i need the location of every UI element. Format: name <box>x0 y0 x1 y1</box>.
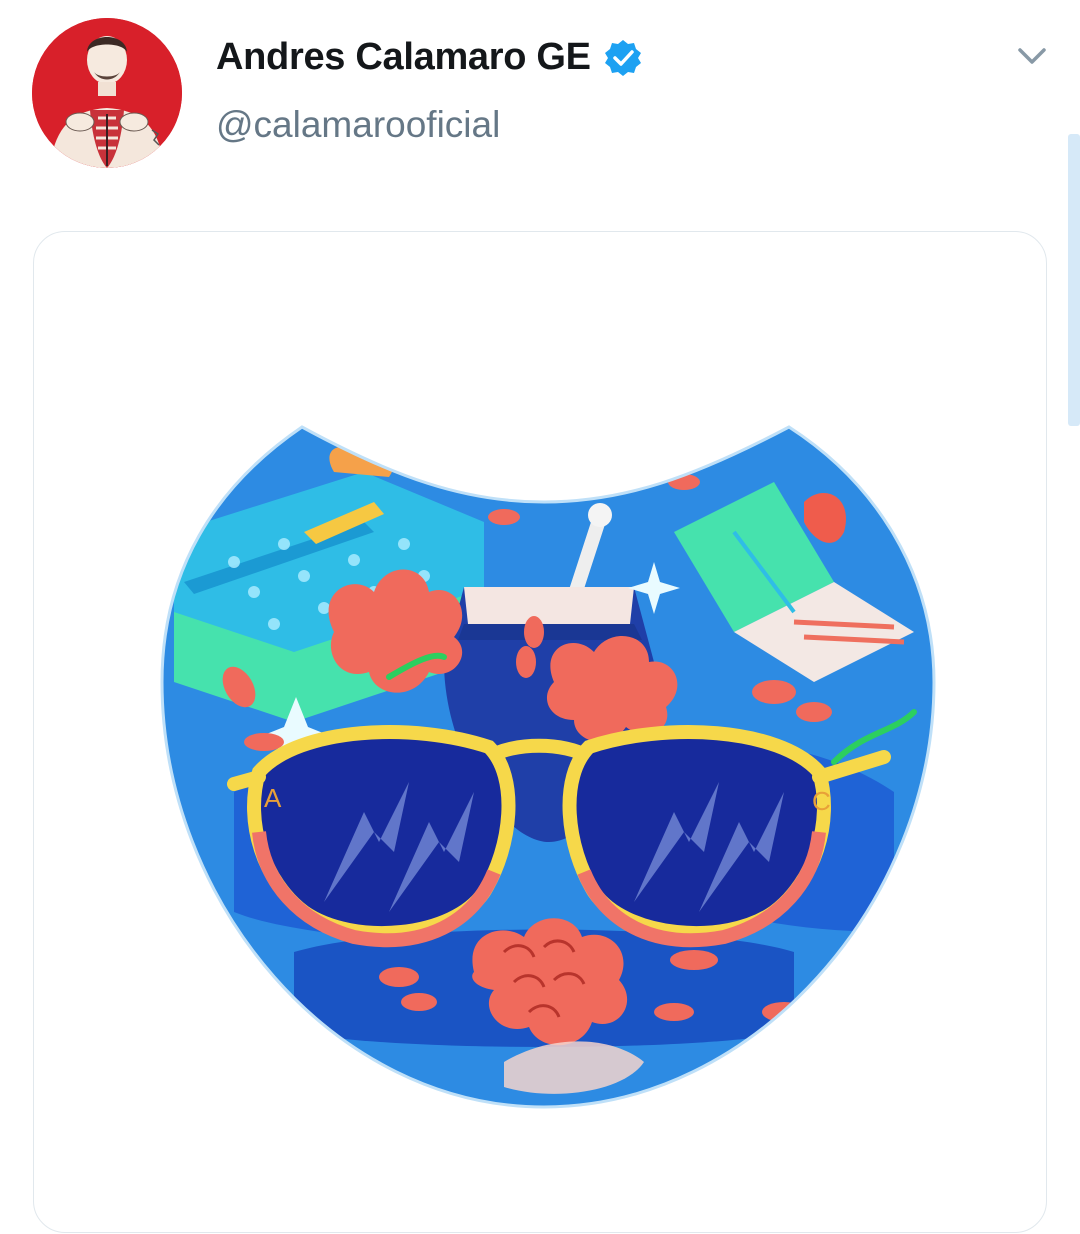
tweet-header: Andres Calamaro GE @calamarooficial <box>0 0 1080 200</box>
tweet-media-card[interactable]: A C <box>33 231 1047 1233</box>
sunglasses-mate-illustration: A C <box>160 425 936 1109</box>
scrollbar[interactable] <box>1068 134 1080 426</box>
author-handle[interactable]: @calamarooficial <box>216 104 500 146</box>
author-name-row: Andres Calamaro GE <box>216 36 643 79</box>
frame-letter-c: C <box>812 786 831 816</box>
verified-badge-icon <box>604 39 641 76</box>
author-display-name[interactable]: Andres Calamaro GE <box>216 36 591 79</box>
frame-letter-a: A <box>264 783 282 813</box>
chevron-down-icon[interactable] <box>1014 42 1050 72</box>
avatar[interactable] <box>32 18 182 168</box>
avatar-portrait-icon <box>32 18 182 168</box>
